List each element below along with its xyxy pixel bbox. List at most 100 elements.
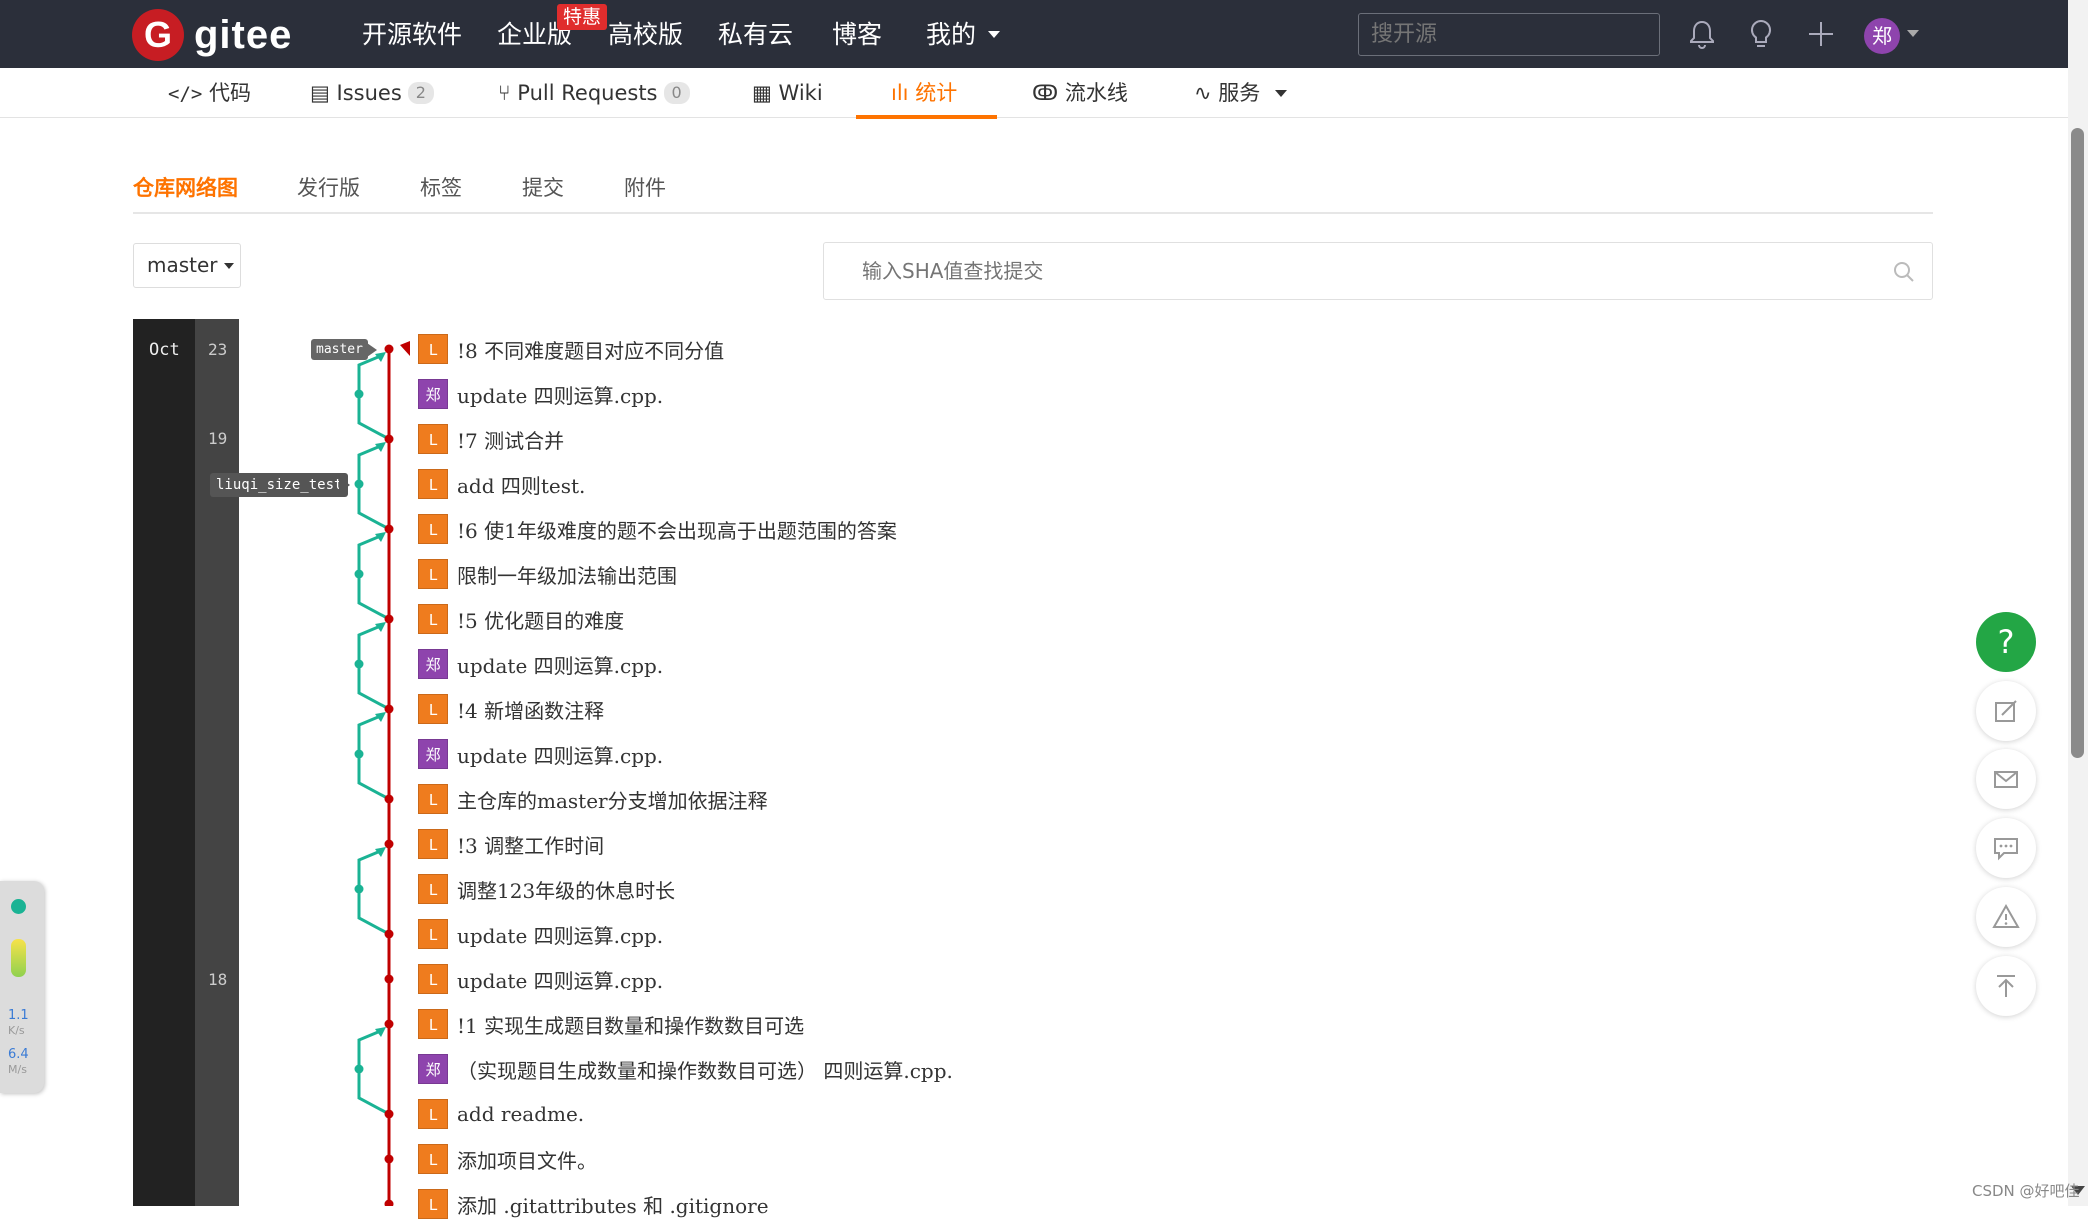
commit-row[interactable]: L !1 实现生成题目数量和操作数数目可选	[418, 1007, 804, 1041]
commit-message[interactable]: add 四则test.	[457, 470, 585, 499]
commit-message[interactable]: 主仓库的master分支增加依据注释	[457, 785, 768, 814]
feedback-edit-button[interactable]	[1976, 681, 2036, 741]
commit-author-avatar[interactable]: L	[418, 784, 448, 814]
commit-message[interactable]: （实现题目生成数量和操作数数目可选） 四则运算.cpp.	[457, 1055, 953, 1084]
commit-message[interactable]: !8 不同难度题目对应不同分值	[457, 335, 724, 364]
report-button[interactable]	[1976, 887, 2036, 947]
commit-row[interactable]: L !6 使1年级难度的题不会出现高于出题范围的答案	[418, 512, 897, 546]
commit-message[interactable]: 添加 .gitattributes 和 .gitignore	[457, 1190, 769, 1219]
commit-author-avatar[interactable]: L	[418, 514, 448, 544]
commit-author-avatar[interactable]: L	[418, 1099, 448, 1129]
sha-search-input[interactable]	[862, 253, 1762, 289]
commit-row[interactable]: Lupdate 四则运算.cpp.	[418, 917, 663, 951]
commit-author-avatar[interactable]: L	[418, 334, 448, 364]
commit-message[interactable]: !4 新增函数注释	[457, 695, 604, 724]
mail-button[interactable]	[1976, 749, 2036, 809]
commit-author-avatar[interactable]: 郑	[418, 1054, 448, 1084]
nav-mine[interactable]: 我的	[926, 0, 1000, 68]
commit-author-avatar[interactable]: L	[418, 919, 448, 949]
commit-message[interactable]: update 四则运算.cpp.	[457, 380, 663, 409]
memory-gauge-icon	[11, 939, 26, 977]
download-unit: M/s	[8, 1063, 27, 1076]
subnav-commits[interactable]: 提交	[522, 172, 564, 202]
branch-tag-liuqi-size-test[interactable]: liuqi_size_test	[210, 473, 349, 497]
help-button[interactable]: ?	[1976, 612, 2036, 672]
scrollbar-thumb[interactable]	[2071, 128, 2084, 758]
commit-message[interactable]: add readme.	[457, 1102, 584, 1126]
tab-pull-requests[interactable]: ⑂ Pull Requests 0	[498, 68, 690, 118]
commit-message[interactable]: 调整123年级的休息时长	[457, 875, 675, 904]
tab-stats[interactable]: ılı 统计	[891, 68, 957, 118]
branch-tag-pointer-icon	[367, 343, 377, 357]
search-icon[interactable]	[1892, 260, 1916, 284]
commit-message[interactable]: 添加项目文件。	[457, 1145, 597, 1174]
commit-author-avatar[interactable]: L	[418, 559, 448, 589]
tab-pipeline[interactable]: ↂ 流水线	[1032, 68, 1128, 118]
bell-icon[interactable]	[1686, 18, 1718, 50]
commit-author-avatar[interactable]: L	[418, 874, 448, 904]
mail-icon	[1994, 771, 2018, 788]
commit-row[interactable]: L 添加项目文件。	[418, 1142, 597, 1176]
commit-row[interactable]: L !4 新增函数注释	[418, 692, 604, 726]
commit-author-avatar[interactable]: L	[418, 1009, 448, 1039]
commit-message[interactable]: 限制一年级加法输出范围	[457, 560, 677, 589]
commit-row[interactable]: Ladd readme.	[418, 1097, 584, 1131]
graph-node	[384, 794, 394, 804]
graph-node	[384, 1199, 394, 1206]
commit-row[interactable]: 郑 （实现题目生成数量和操作数数目可选） 四则运算.cpp.	[418, 1052, 953, 1086]
branch-tag-master[interactable]: master	[311, 339, 368, 360]
user-avatar[interactable]: 郑	[1864, 18, 1900, 54]
commit-row[interactable]: L 限制一年级加法输出范围	[418, 557, 677, 591]
commit-row[interactable]: L !3 调整工作时间	[418, 827, 604, 861]
graph-node	[384, 974, 394, 984]
status-dot-icon	[11, 899, 26, 914]
commit-message[interactable]: update 四则运算.cpp.	[457, 920, 663, 949]
commit-row[interactable]: L 调整123年级的休息时长	[418, 872, 675, 906]
lightbulb-icon[interactable]	[1745, 18, 1777, 50]
commit-author-avatar[interactable]: L	[418, 829, 448, 859]
commit-author-avatar[interactable]: L	[418, 964, 448, 994]
commit-author-avatar[interactable]: 郑	[418, 379, 448, 409]
commit-message[interactable]: !1 实现生成题目数量和操作数数目可选	[457, 1010, 804, 1039]
nav-private-cloud[interactable]: 私有云	[718, 0, 793, 68]
commit-message[interactable]: update 四则运算.cpp.	[457, 650, 663, 679]
nav-blog[interactable]: 博客	[832, 0, 882, 68]
graph-node	[354, 659, 364, 669]
network-speed-widget[interactable]: 1.1 K/s 6.4 M/s	[0, 881, 44, 1093]
commit-row[interactable]: 郑 update 四则运算.cpp.	[418, 647, 663, 681]
plus-icon[interactable]	[1805, 18, 1837, 50]
commit-message[interactable]: !3 调整工作时间	[457, 830, 604, 859]
commit-author-avatar[interactable]: L	[418, 604, 448, 634]
commit-row[interactable]: L 主仓库的master分支增加依据注释	[418, 782, 768, 816]
commit-message[interactable]: update 四则运算.cpp.	[457, 965, 663, 994]
commit-row[interactable]: L 添加 .gitattributes 和 .gitignore	[418, 1187, 769, 1221]
commit-row[interactable]: Lupdate 四则运算.cpp.	[418, 962, 663, 996]
search-input[interactable]	[1358, 13, 1660, 56]
commit-author-avatar[interactable]: L	[418, 424, 448, 454]
commit-row[interactable]: L !7 测试合并	[418, 422, 564, 456]
commit-author-avatar[interactable]: L	[418, 694, 448, 724]
comment-button[interactable]	[1976, 818, 2036, 878]
commit-author-avatar[interactable]: 郑	[418, 649, 448, 679]
commit-author-avatar[interactable]: L	[418, 1189, 448, 1219]
commit-author-avatar[interactable]: L	[418, 469, 448, 499]
commit-message[interactable]: !7 测试合并	[457, 425, 564, 454]
tab-wiki[interactable]: ▦ Wiki	[752, 68, 823, 118]
commit-row[interactable]: Ladd 四则test.	[418, 467, 585, 501]
nav-education[interactable]: 高校版	[608, 0, 683, 68]
commit-message[interactable]: !5 优化题目的难度	[457, 605, 624, 634]
commit-author-avatar[interactable]: 郑	[418, 739, 448, 769]
commit-row[interactable]: 郑 update 四则运算.cpp.	[418, 377, 663, 411]
commit-row[interactable]: 郑 update 四则运算.cpp.	[418, 737, 663, 771]
graph-node	[384, 344, 394, 354]
chevron-down-icon[interactable]	[1907, 30, 1919, 37]
commit-row[interactable]: L !8 不同难度题目对应不同分值	[418, 332, 724, 366]
promo-badge: 特惠	[557, 4, 608, 30]
commit-author-avatar[interactable]: L	[418, 1144, 448, 1174]
tab-service[interactable]: ∿ 服务	[1194, 68, 1287, 118]
subnav-attachments[interactable]: 附件	[624, 172, 666, 202]
back-to-top-button[interactable]	[1976, 956, 2036, 1016]
commit-message[interactable]: !6 使1年级难度的题不会出现高于出题范围的答案	[457, 515, 897, 544]
commit-message[interactable]: update 四则运算.cpp.	[457, 740, 663, 769]
commit-row[interactable]: L !5 优化题目的难度	[418, 602, 624, 636]
